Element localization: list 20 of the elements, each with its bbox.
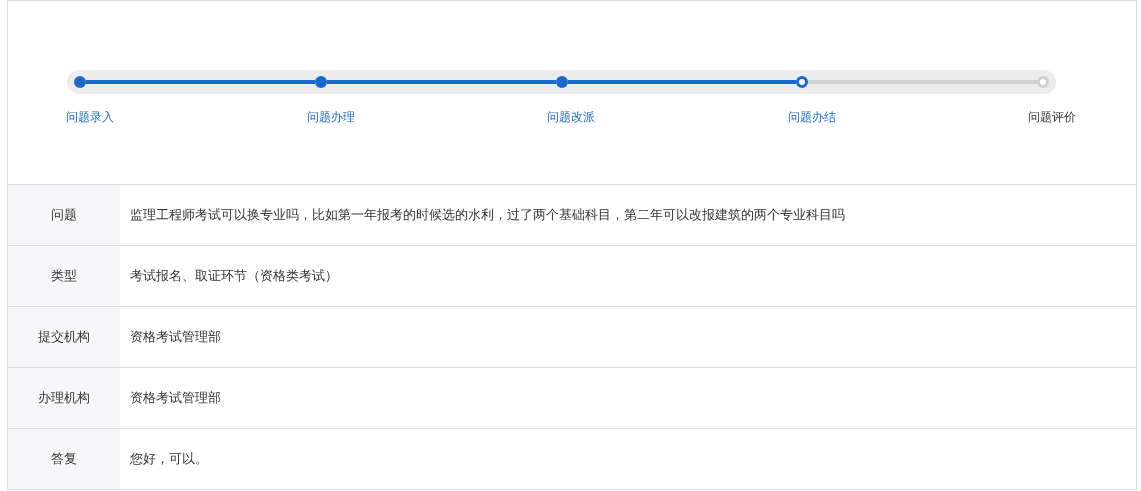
- field-value: 资格考试管理部: [129, 328, 222, 346]
- step-label: 问题改派: [547, 109, 595, 126]
- field-label: 问题: [8, 185, 120, 245]
- step-label: 问题录入: [66, 109, 114, 126]
- step-dot: [555, 76, 568, 88]
- field-value: 考试报名、取证环节（资格类考试）: [129, 267, 339, 285]
- step-label: 问题评价: [1028, 109, 1076, 126]
- step-label: 问题办结: [787, 109, 836, 126]
- step-dot: [74, 76, 86, 88]
- step-dot: [1037, 76, 1049, 88]
- field-label: 办理机构: [8, 368, 120, 428]
- field-value: 监理工程师考试可以换专业吗，比如第一年报考的时候选的水利，过了两个基础科目，第二年可以改报建筑的两个专业科目吗: [129, 206, 846, 224]
- field-label: 类型: [8, 246, 120, 306]
- field-value: 资格考试管理部: [129, 389, 222, 407]
- field-label: 提交机构: [8, 307, 120, 367]
- field-value: 您好，可以。: [129, 450, 209, 468]
- field-label: 答复: [8, 429, 120, 489]
- step-dot: [314, 76, 327, 88]
- step-dot: [796, 76, 809, 88]
- step-label: 问题办理: [306, 109, 355, 126]
